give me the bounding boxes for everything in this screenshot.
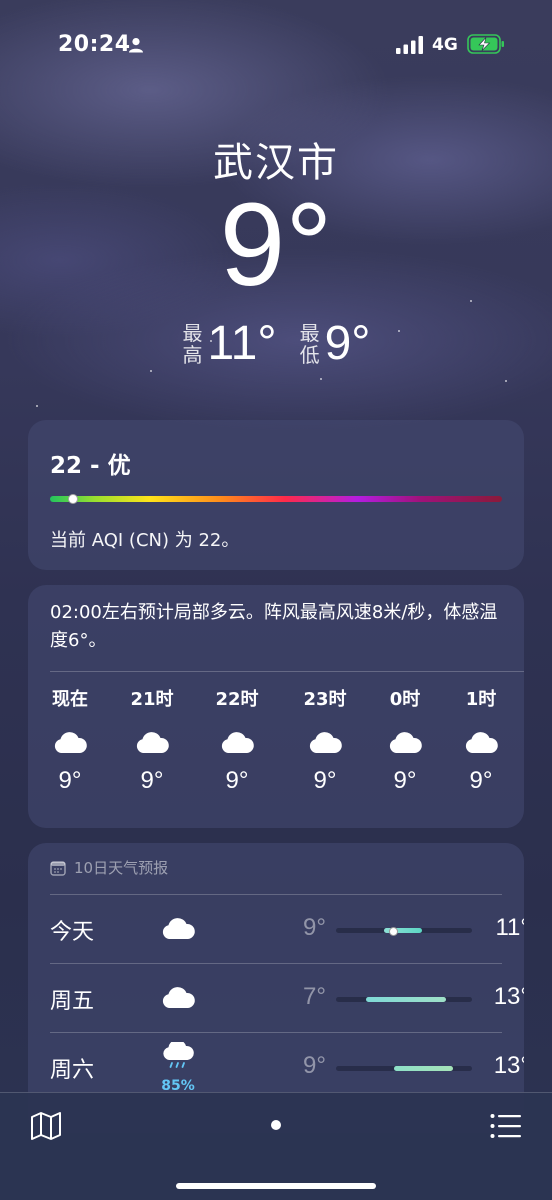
person-icon [129, 38, 143, 53]
list-icon[interactable] [490, 1113, 522, 1139]
day-name: 周五 [50, 989, 95, 1014]
star [36, 405, 38, 407]
hour-label: 1时 [465, 689, 497, 710]
low-temperature: 最低 9° [299, 316, 371, 371]
status-time: 20:24 [58, 32, 131, 57]
cloud-icon [309, 732, 342, 753]
hour-temperature: 9° [140, 767, 164, 794]
aqi-title: 22 - 优 [50, 453, 131, 479]
hour-item: 现在 9° [30, 685, 110, 795]
temperature-range-track [336, 927, 472, 936]
cloud-icon [162, 987, 195, 1008]
cloud-icon [54, 732, 87, 753]
battery-charging-icon [467, 34, 504, 54]
divider [50, 671, 524, 672]
hour-item: 0时 9° [365, 685, 445, 795]
cloud-icon [221, 732, 254, 753]
day-row[interactable]: 周六 85% 9° 13° [50, 1032, 524, 1100]
cloud-icon [389, 732, 422, 753]
cloud-rain-icon [163, 1042, 194, 1068]
divider [50, 963, 502, 964]
hour-label: 0时 [389, 689, 421, 710]
bottom-toolbar [0, 1092, 552, 1200]
daily-forecast-title: 10日天气预报 [74, 859, 169, 877]
low-value: 9° [324, 317, 371, 370]
aqi-description: 当前 AQI (CN) 为 22。 [50, 530, 240, 551]
current-temperature-dot [389, 927, 399, 936]
hour-temperature: 9° [313, 767, 337, 794]
temperature-range-bar [365, 997, 447, 1002]
hour-item: 23时 9° [285, 685, 365, 795]
daily-forecast-header: 10日天气预报 [50, 857, 168, 878]
day-high-temperature: 11° [495, 914, 524, 941]
hour-temperature: 9° [393, 767, 417, 794]
hour-item: 1时 9° [441, 685, 521, 795]
divider [50, 1032, 502, 1033]
hour-label: 22时 [215, 689, 259, 710]
day-row[interactable]: 今天 9° 11° [50, 894, 524, 962]
day-name: 周六 [50, 1058, 95, 1083]
high-value: 11° [207, 317, 277, 370]
temperature-range-track [336, 1066, 472, 1071]
day-low-temperature: 9° [303, 914, 326, 941]
hour-label: 21时 [130, 689, 174, 710]
day-low-temperature: 9° [303, 1052, 326, 1079]
hour-item: 21时 9° [112, 685, 192, 795]
aqi-level-marker [67, 494, 78, 504]
calendar-icon [50, 860, 66, 876]
current-temperature: 9° [219, 179, 333, 311]
low-label: 最低 [299, 320, 320, 367]
hour-label: 现在 [52, 689, 88, 710]
hour-label: 23时 [303, 689, 347, 710]
page-indicator-dot[interactable] [271, 1120, 281, 1130]
map-icon[interactable] [30, 1111, 62, 1141]
cloud-icon [136, 732, 169, 753]
hourly-forecast-card[interactable]: 02:00左右预计局部多云。阵风最高风速8米/秒，体感温度6°。 现在 9° 2… [28, 585, 524, 828]
hour-temperature: 9° [58, 767, 82, 794]
cloud-icon [465, 732, 498, 753]
hour-item: 22时 9° [197, 685, 277, 795]
day-high-temperature: 13° [493, 1052, 524, 1079]
temperature-range-track [336, 997, 472, 1002]
cloud-icon [162, 918, 195, 939]
daily-forecast-card[interactable]: 10日天气预报 今天 9° 11° 周五 7° 13° 周六 85% 9° [28, 843, 524, 1133]
hourly-summary: 02:00左右预计局部多云。阵风最高风速8米/秒，体感温度6°。 [50, 602, 498, 651]
air-quality-card[interactable]: 22 - 优 当前 AQI (CN) 为 22。 [28, 420, 524, 570]
divider [50, 894, 502, 895]
high-temperature: 最高 11° [182, 316, 277, 371]
day-low-temperature: 7° [303, 983, 326, 1010]
signal-icon [396, 36, 423, 54]
network-label: 4G [432, 35, 458, 55]
day-name: 今天 [50, 920, 95, 945]
temperature-range-bar [394, 1066, 453, 1071]
day-row[interactable]: 周五 7° 13° [50, 963, 524, 1031]
aqi-scale-bar [50, 496, 502, 502]
status-bar: 20:24 4G [0, 0, 552, 90]
hour-temperature: 9° [225, 767, 249, 794]
star [320, 378, 322, 380]
star [505, 380, 507, 382]
day-high-temperature: 13° [493, 983, 524, 1010]
high-label: 最高 [182, 320, 203, 367]
hour-temperature: 9° [469, 767, 493, 794]
high-low-temperatures: 最高 11° 最低 9° [0, 316, 552, 371]
home-indicator[interactable] [176, 1183, 376, 1189]
